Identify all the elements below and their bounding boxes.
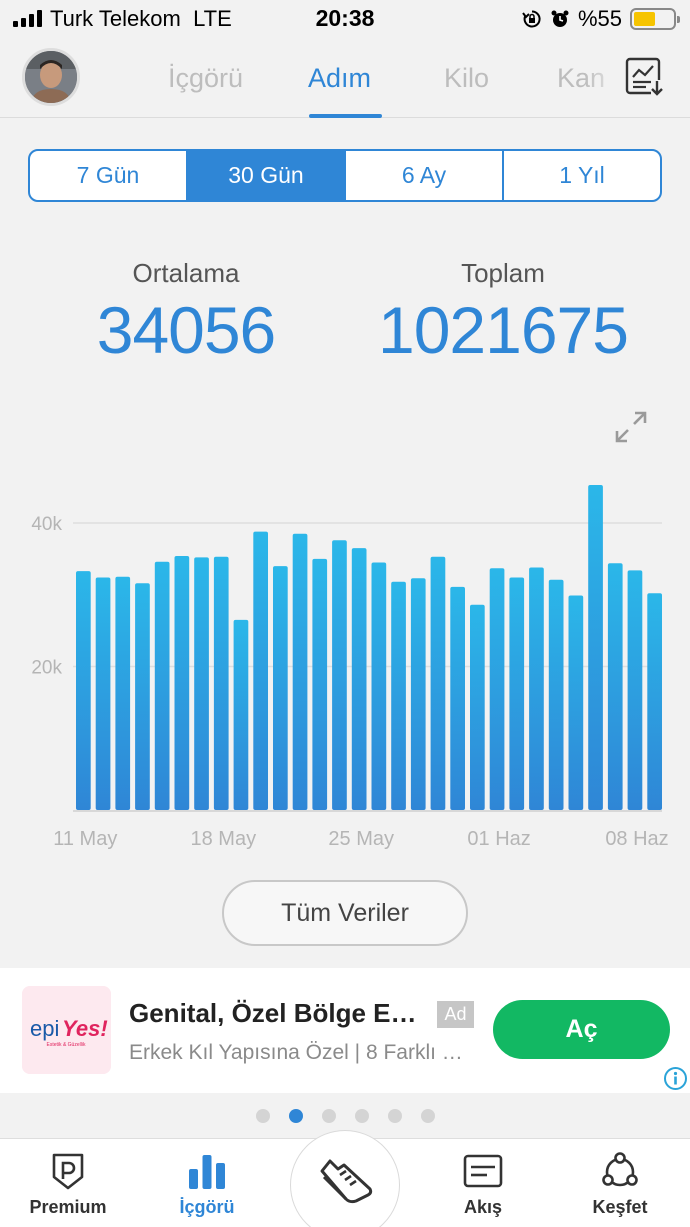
pager-dot[interactable] [288, 1109, 303, 1123]
report-list-icon[interactable] [624, 56, 666, 98]
time-range-selector: 7 Gün 30 Gün 6 Ay 1 Yıl [28, 149, 662, 202]
nav-discover[interactable]: Keşfet [555, 1139, 685, 1227]
tab-insights[interactable]: İçgörü [168, 63, 243, 94]
y-tick-label: 40k [31, 514, 62, 535]
top-tab-bar: İçgörü Adım Kilo Kan [0, 40, 690, 118]
bar[interactable] [154, 561, 170, 810]
rotation-lock-icon [522, 10, 541, 28]
bar[interactable] [568, 595, 584, 811]
bar[interactable] [371, 562, 387, 811]
range-6-months[interactable]: 6 Ay [346, 151, 504, 200]
bar[interactable] [95, 577, 111, 811]
bar[interactable] [588, 485, 603, 810]
bar[interactable] [391, 581, 406, 810]
ad-banner[interactable]: epi Yes! Estetik & Güzellik Genital, Öze… [0, 968, 690, 1093]
bar[interactable] [213, 556, 229, 810]
ad-logo-text-2: Yes! [62, 1016, 108, 1041]
discover-icon [602, 1152, 638, 1187]
bar[interactable] [430, 556, 446, 810]
bar[interactable] [548, 579, 564, 810]
bar[interactable] [115, 576, 131, 810]
average-label: Ortalama [132, 258, 240, 288]
alarm-icon [551, 10, 569, 27]
total-value: 1021675 [378, 293, 629, 367]
epiyes-logo-icon: epi Yes! Estetik & Güzellik [22, 986, 111, 1074]
steps-bar-chart: 40k 20k 11 May 18 May 25 May 01 Haz 08 Haz [31, 485, 669, 850]
insights-icon [189, 1155, 225, 1189]
bar[interactable] [233, 619, 249, 810]
pager-dot[interactable] [387, 1109, 402, 1123]
bar[interactable] [509, 577, 525, 811]
battery-percent: %55 [577, 6, 622, 31]
y-tick-label: 20k [31, 658, 62, 679]
bar[interactable] [194, 557, 209, 810]
expand-icon[interactable] [613, 409, 649, 445]
nav-discover-label: Keşfet [592, 1197, 648, 1217]
ad-logo-text-1: epi [30, 1016, 59, 1041]
x-tick-label: 25 May [328, 828, 394, 850]
ad-badge: Ad [437, 1001, 474, 1028]
bar[interactable] [410, 578, 426, 810]
nav-insights[interactable]: İçgörü [142, 1139, 272, 1227]
bar[interactable] [76, 571, 91, 810]
bar[interactable] [607, 563, 623, 810]
x-tick-label: 18 May [191, 828, 257, 850]
avatar[interactable] [22, 48, 80, 106]
x-tick-label: 01 Haz [467, 828, 530, 850]
profile-photo-icon [25, 51, 77, 103]
pager-dot[interactable] [321, 1109, 336, 1123]
range-1-year[interactable]: 1 Yıl [504, 151, 660, 200]
range-7-days[interactable]: 7 Gün [30, 151, 188, 200]
ad-info-icon[interactable] [663, 1066, 688, 1091]
pager-dot[interactable] [255, 1109, 270, 1123]
bar[interactable] [627, 570, 643, 810]
bar[interactable] [332, 540, 347, 810]
ad-open-button[interactable]: Aç [493, 1000, 670, 1059]
bar[interactable] [351, 548, 367, 810]
bar[interactable] [135, 583, 150, 810]
status-bar: Turk Telekom LTE 20:38 %55 [0, 0, 690, 40]
battery-tip [677, 16, 680, 23]
pager-dot[interactable] [420, 1109, 435, 1123]
nav-insights-label: İçgörü [179, 1197, 235, 1217]
battery-fill [634, 12, 655, 26]
ad-title[interactable]: Genital, Özel Bölge Epilasyonu [129, 998, 419, 1029]
nav-feed[interactable]: Akış [418, 1139, 548, 1227]
average-value: 34056 [96, 293, 277, 367]
bar[interactable] [312, 558, 328, 810]
bar[interactable] [292, 533, 308, 810]
feed-icon [463, 1154, 503, 1188]
ad-logo: epi Yes! Estetik & Güzellik [22, 986, 111, 1074]
premium-icon [52, 1153, 84, 1190]
bar[interactable] [174, 556, 190, 810]
battery-icon [630, 8, 680, 30]
total-label: Toplam [461, 258, 545, 288]
ad-subtitle[interactable]: Erkek Kıl Yapısına Özel | 8 Farklı Cilt … [129, 1041, 474, 1065]
bar[interactable] [647, 593, 662, 810]
range-30-days[interactable]: 30 Gün [188, 151, 346, 200]
nav-premium-label: Premium [29, 1197, 107, 1217]
bar[interactable] [470, 604, 485, 810]
pager-dots [0, 1109, 690, 1125]
bar[interactable] [273, 566, 288, 810]
ad-logo-tagline: Estetik & Güzellik [47, 1042, 86, 1048]
nav-premium[interactable]: Premium [3, 1139, 133, 1227]
active-tab-indicator [309, 114, 382, 118]
all-data-button[interactable]: Tüm Veriler [222, 880, 468, 946]
pager-dot[interactable] [354, 1109, 369, 1123]
tab-steps[interactable]: Adım [308, 63, 371, 94]
x-tick-label: 08 Haz [605, 828, 668, 850]
x-tick-label: 11 May [53, 828, 117, 850]
bar[interactable] [253, 531, 268, 810]
bar[interactable] [489, 568, 505, 810]
tab-fade-overlay [585, 40, 625, 114]
tab-weight[interactable]: Kilo [444, 63, 489, 94]
bar[interactable] [529, 567, 544, 811]
nav-feed-label: Akış [463, 1197, 503, 1217]
bar[interactable] [450, 586, 465, 810]
shoe-icon [320, 1159, 373, 1204]
